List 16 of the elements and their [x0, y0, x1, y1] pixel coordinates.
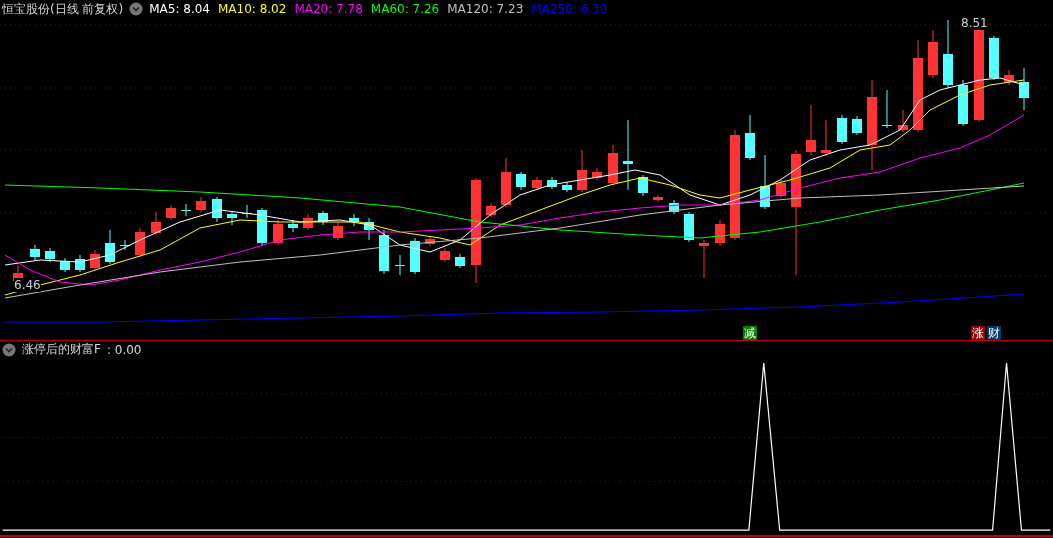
moving-average-label: MA20: 7.78	[294, 2, 363, 16]
moving-average-label: MA120: 7.23	[447, 2, 524, 16]
signal-badge: 减	[743, 326, 757, 340]
dropdown-icon[interactable]	[129, 2, 144, 16]
signal-badge: 涨	[971, 326, 985, 340]
moving-average-label: MA10: 8.02	[217, 2, 287, 16]
high-price-label: 8.51	[961, 16, 988, 30]
indicator-title: 涨停后的财富F	[22, 341, 101, 359]
signal-badge: 财	[987, 326, 1001, 340]
dropdown-icon[interactable]	[2, 342, 16, 357]
moving-average-label: MA5: 8.04	[149, 2, 210, 16]
indicator-value: : 0.00	[106, 342, 142, 357]
stock-title: 恒宝股份(日线 前复权)	[2, 0, 124, 18]
moving-average-label: MA60: 7.26	[370, 2, 440, 16]
low-price-label: 6.46	[14, 278, 41, 292]
moving-average-label: MA250: 6.39	[531, 2, 608, 16]
